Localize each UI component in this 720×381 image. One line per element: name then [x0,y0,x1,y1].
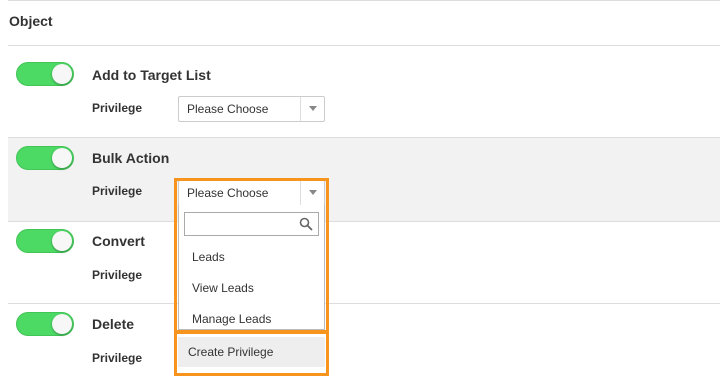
bulk-action-toggle[interactable] [16,146,74,170]
select-arrow-box[interactable] [300,97,324,121]
convert-toggle[interactable] [16,229,74,253]
row-title: Delete [92,316,135,332]
row-delete: Delete Privilege [8,304,720,381]
toggle-knob [52,148,72,168]
privilege-select[interactable]: Please Choose [178,96,325,122]
toggle-knob [52,231,72,251]
privileges-page: Object Add to Target List Privilege Plea… [0,0,720,381]
chevron-down-icon [309,106,317,111]
delete-toggle[interactable] [16,312,74,336]
toggle-knob [52,64,72,84]
privilege-label: Privilege [92,184,143,198]
row-convert: Convert Privilege [8,222,720,304]
privilege-label: Privilege [92,268,143,282]
row-title: Bulk Action [92,150,170,166]
dropdown-highlight-box [174,178,329,334]
add-to-target-list-toggle[interactable] [16,62,74,86]
privilege-label: Privilege [92,101,143,115]
create-privilege-highlight-box [174,330,329,376]
object-header: Object [8,0,720,46]
privilege-label: Privilege [92,351,143,365]
toggle-knob [52,314,72,334]
row-bulk-action: Bulk Action Privilege [8,138,720,222]
row-title: Convert [92,233,145,249]
select-value: Please Choose [187,102,269,116]
row-add-to-target-list: Add to Target List Privilege Please Choo… [8,46,720,138]
row-title: Add to Target List [92,67,211,83]
object-header-title: Object [9,13,53,29]
